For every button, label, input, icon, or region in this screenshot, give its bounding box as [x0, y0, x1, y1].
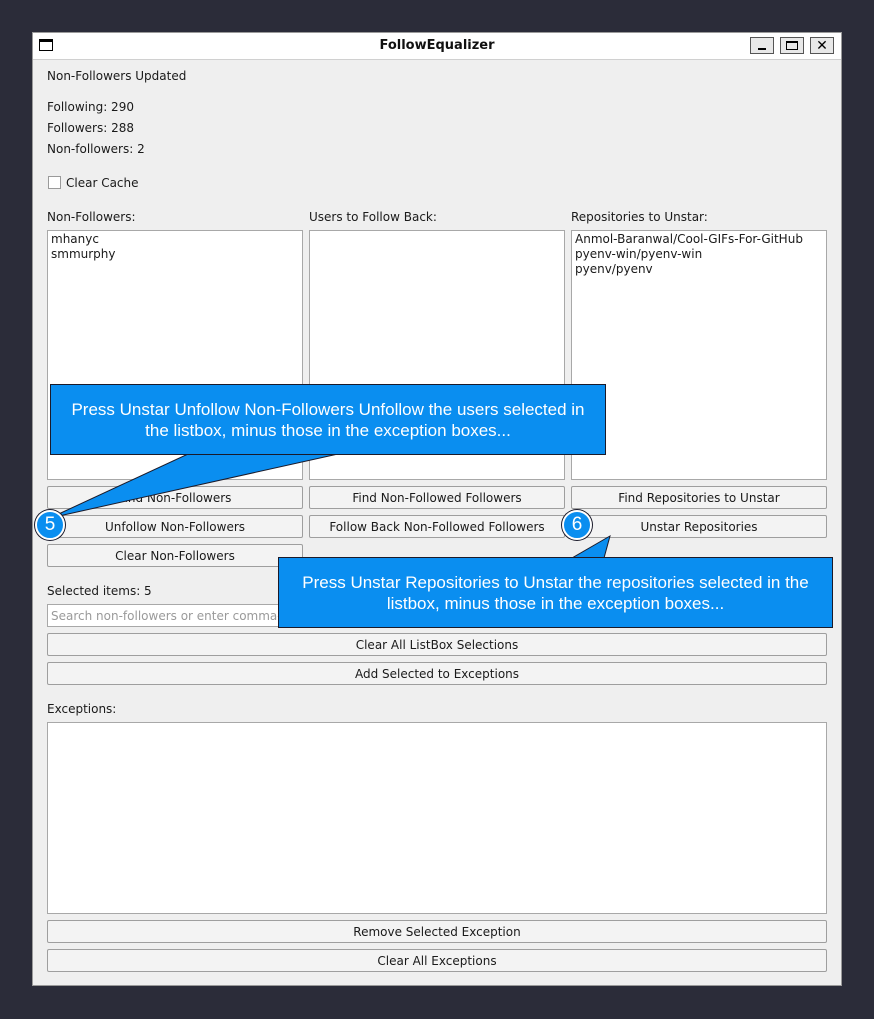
annotation-text: Press Unstar Repositories to Unstar the … [302, 572, 809, 613]
annotation-callout-5: Press Unstar Unfollow Non-Followers Unfo… [50, 384, 606, 455]
annotation-callout-6: Press Unstar Repositories to Unstar the … [278, 557, 833, 628]
callout-tails [49, 453, 611, 559]
callout-5-tail [49, 453, 339, 519]
step-badge-5: 5 [35, 510, 65, 540]
step-badge-6: 6 [562, 510, 592, 540]
annotation-text: Press Unstar Unfollow Non-Followers Unfo… [71, 399, 585, 440]
